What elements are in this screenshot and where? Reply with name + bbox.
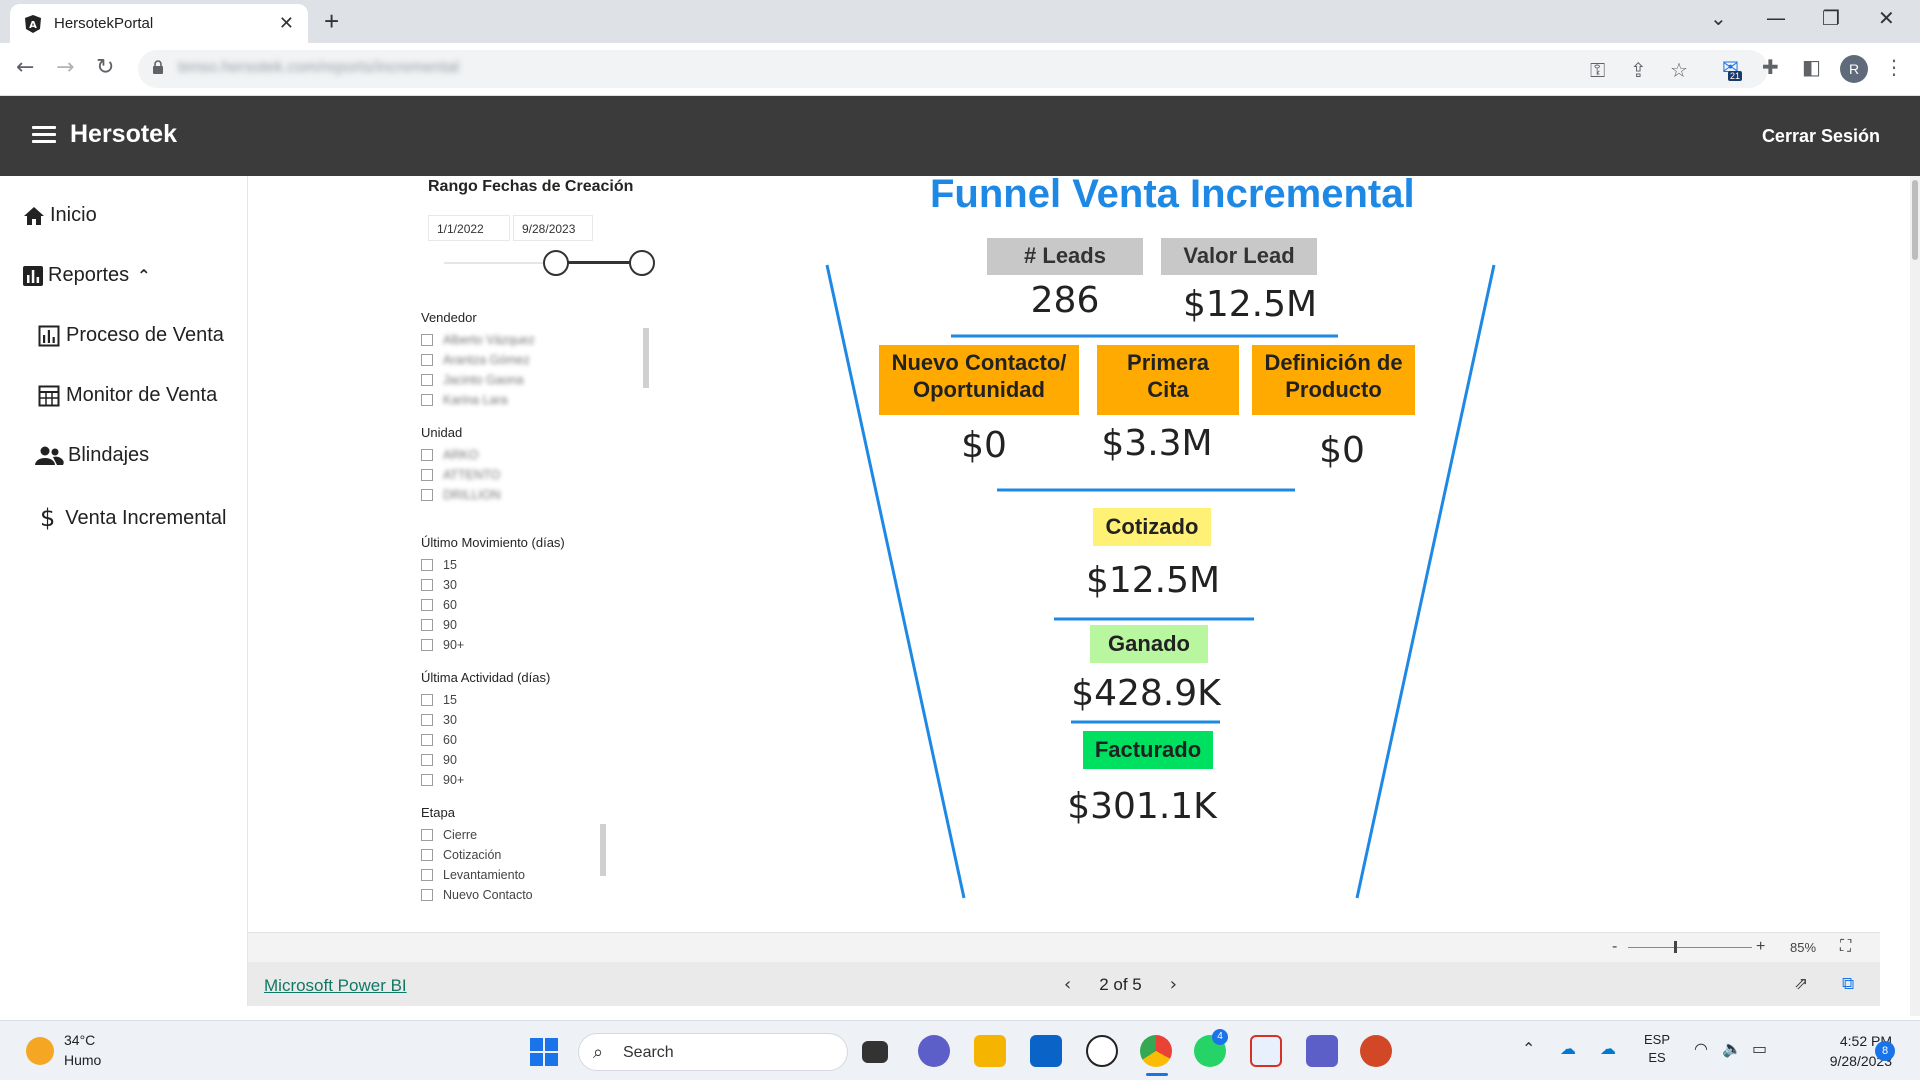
zoom-slider-handle[interactable] [1674, 941, 1677, 953]
zoom-slider-track[interactable] [1628, 947, 1752, 948]
stage-nuevo-contacto: Nuevo Contacto/ Oportunidad [879, 345, 1079, 415]
onedrive-business-icon[interactable]: ☁ [1600, 1039, 1616, 1058]
zoom-out-button[interactable]: - [1612, 938, 1617, 956]
tray-overflow-icon[interactable]: ⌃ [1522, 1039, 1535, 1058]
leads-value: 286 [1030, 280, 1100, 321]
weather-description[interactable]: Humo [64, 1052, 101, 1068]
teams-icon[interactable] [1306, 1035, 1338, 1067]
fit-to-page-icon[interactable]: ⛶ [1840, 936, 1851, 956]
cotizado-value: $12.5M [1085, 560, 1221, 601]
zoom-level: 85% [1790, 940, 1817, 955]
ganado-label: Ganado [1090, 625, 1208, 663]
wifi-icon[interactable]: ◠ [1694, 1039, 1708, 1058]
stage-definicion-producto-value: $0 [1319, 430, 1365, 471]
facturado-label: Facturado [1083, 731, 1213, 769]
page-scrollbar[interactable] [1910, 176, 1920, 1016]
funnel-title: Funnel Venta Incremental [930, 172, 1415, 216]
page-scrollbar-thumb[interactable] [1912, 180, 1918, 260]
leads-label: # Leads [987, 238, 1143, 275]
weather-temperature[interactable]: 34°C [64, 1032, 95, 1048]
battery-icon[interactable]: ▭ [1752, 1039, 1767, 1058]
onedrive-icon[interactable]: ☁ [1560, 1039, 1576, 1058]
valor-lead-label: Valor Lead [1161, 238, 1317, 275]
stage-nuevo-contacto-value: $0 [961, 425, 1007, 466]
language-indicator[interactable]: ESP ES [1644, 1031, 1670, 1067]
powerbi-zoom-bar: - + 85% ⛶ [248, 932, 1880, 962]
notification-badge[interactable]: 8 [1875, 1041, 1895, 1061]
fullscreen-icon[interactable]: ⧉ [1842, 974, 1854, 994]
share-report-icon[interactable]: ⇗ [1794, 974, 1808, 994]
taskbar-search[interactable]: ⌕ Search [578, 1033, 848, 1071]
funnel-lines [825, 264, 1496, 899]
whatsapp-badge: 4 [1212, 1029, 1228, 1045]
windows-start-icon[interactable] [530, 1038, 558, 1066]
volume-icon[interactable]: 🔈 [1722, 1039, 1742, 1058]
stage-definicion-producto: Definición de Producto [1252, 345, 1415, 415]
zoom-in-button[interactable]: + [1756, 938, 1765, 956]
powerbi-link[interactable]: Microsoft Power BI [264, 976, 407, 996]
cotizado-label: Cotizado [1093, 508, 1211, 546]
file-explorer-icon[interactable] [974, 1035, 1006, 1067]
facturado-value: $301.1K [1067, 786, 1217, 827]
next-page-icon[interactable]: › [1170, 974, 1177, 995]
powerpoint-icon[interactable] [1360, 1035, 1392, 1067]
prev-page-icon[interactable]: ‹ [1064, 974, 1071, 995]
active-app-indicator [1146, 1073, 1168, 1076]
chrome-icon[interactable] [1140, 1035, 1172, 1067]
outlook-icon[interactable] [1030, 1035, 1062, 1067]
stage-primera-cita-value: $3.3M [1101, 423, 1213, 464]
page-indicator: 2 of 5 [1099, 974, 1142, 994]
search-icon: ⌕ [593, 1042, 604, 1063]
page-navigator: ‹ 2 of 5 › [1064, 974, 1177, 995]
teams-chat-icon[interactable] [918, 1035, 950, 1067]
stage-primera-cita: Primera Cita [1097, 345, 1239, 415]
weather-icon[interactable] [26, 1037, 54, 1065]
windows-taskbar: 34°C Humo ⌕ Search 4 ⌃ ☁ ☁ ESP ES ◠ 🔈 ▭ … [0, 1020, 1920, 1080]
search-placeholder: Search [623, 1044, 674, 1061]
task-view-icon[interactable] [862, 1041, 888, 1063]
dell-icon[interactable] [1086, 1035, 1118, 1067]
snipping-tool-icon[interactable] [1250, 1035, 1282, 1067]
ganado-value: $428.9K [1071, 673, 1221, 714]
valor-lead-value: $12.5M [1182, 284, 1318, 325]
powerbi-footer: Microsoft Power BI ‹ 2 of 5 › ⇗ ⧉ [248, 962, 1880, 1006]
